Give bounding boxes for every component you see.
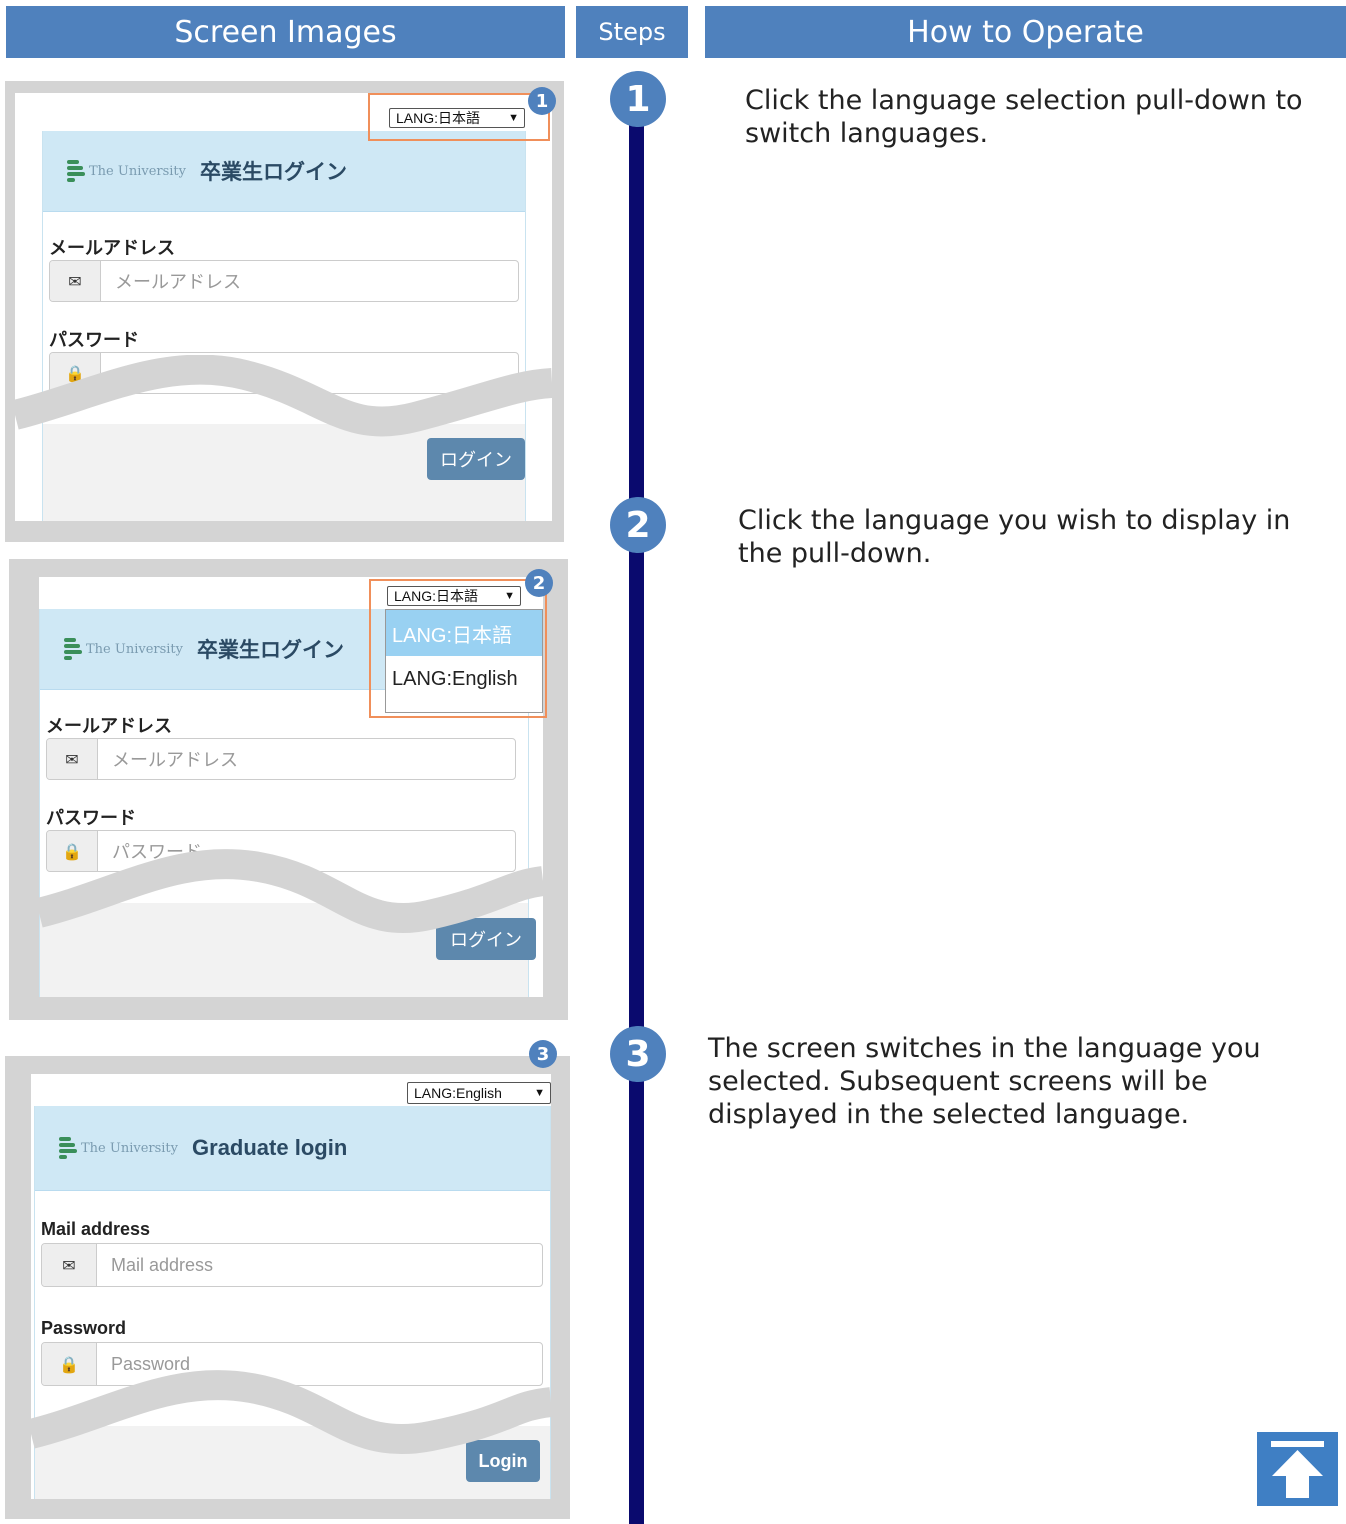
- email-placeholder: メールアドレス: [115, 272, 241, 293]
- password-label: パスワード: [49, 330, 139, 351]
- logo-text: The University: [86, 641, 184, 657]
- step-badge-3: 3: [529, 1040, 557, 1068]
- email-field[interactable]: ✉ メールアドレス: [46, 738, 516, 780]
- step-badge-2: 2: [525, 569, 553, 597]
- chevron-down-icon: ▼: [534, 1087, 545, 1099]
- logo-mark-icon: [67, 158, 85, 184]
- cut-off-wave: [31, 1370, 551, 1455]
- how-to-operate-header: How to Operate: [705, 6, 1346, 58]
- steps-header: Steps: [576, 6, 688, 58]
- step-2-description: Click the language you wish to display i…: [738, 505, 1291, 569]
- envelope-icon: ✉: [47, 739, 98, 779]
- email-label: Mail address: [41, 1219, 151, 1239]
- university-logo: The University: [67, 158, 200, 184]
- language-select[interactable]: LANG:English ▼: [407, 1082, 551, 1104]
- screen-1-page: LANG:日本語 ▼ The University 卒業生ログイン メールアドレ…: [15, 93, 552, 521]
- page-title: 卒業生ログイン: [200, 160, 348, 184]
- login-card-header: The University Graduate login: [35, 1106, 550, 1191]
- step-3-description: The screen switches in the language you …: [708, 1033, 1261, 1130]
- screen-image-2: LANG:日本語 ▼ The University 卒業生ログイン メールアドレ…: [9, 559, 568, 1020]
- screen-image-1: LANG:日本語 ▼ The University 卒業生ログイン メールアドレ…: [5, 81, 564, 542]
- step-number-1: 1: [610, 71, 666, 127]
- cut-off-wave: [15, 355, 552, 437]
- step-number-2: 2: [610, 497, 666, 553]
- password-label: パスワード: [46, 808, 136, 829]
- logo-mark-icon: [59, 1135, 77, 1161]
- university-logo: The University: [64, 636, 197, 662]
- password-label: Password: [41, 1318, 127, 1338]
- cut-off-wave: [39, 849, 543, 934]
- email-label: メールアドレス: [46, 716, 172, 737]
- logo-text: The University: [81, 1140, 179, 1156]
- email-placeholder: メールアドレス: [112, 750, 238, 771]
- email-label: メールアドレス: [49, 238, 175, 259]
- logo-text: The University: [89, 163, 187, 179]
- language-select-highlight: [368, 93, 550, 141]
- steps-header-label: Steps: [598, 18, 666, 46]
- email-field[interactable]: ✉ Mail address: [41, 1243, 543, 1287]
- email-placeholder: Mail address: [111, 1254, 214, 1275]
- screen-images-header: Screen Images: [6, 6, 565, 58]
- login-card-header: The University 卒業生ログイン: [43, 131, 525, 212]
- screen-images-header-label: Screen Images: [174, 14, 397, 50]
- envelope-icon: ✉: [42, 1244, 97, 1286]
- screen-3-page: LANG:English ▼ The University Graduate l…: [31, 1074, 551, 1499]
- university-logo: The University: [59, 1135, 192, 1161]
- back-to-top-button[interactable]: [1257, 1432, 1338, 1506]
- email-field[interactable]: ✉ メールアドレス: [49, 260, 519, 302]
- step-1-description: Click the language selection pull-down t…: [745, 85, 1303, 149]
- screen-image-3: LANG:English ▼ The University Graduate l…: [5, 1040, 570, 1519]
- logo-mark-icon: [64, 636, 82, 662]
- arrow-up-icon: [1271, 1441, 1324, 1498]
- step-number-3: 3: [610, 1026, 666, 1082]
- how-to-operate-header-label: How to Operate: [907, 14, 1144, 50]
- page-title: 卒業生ログイン: [197, 638, 345, 662]
- envelope-icon: ✉: [50, 261, 101, 301]
- page-title: Graduate login: [192, 1135, 348, 1160]
- language-select-value: LANG:English: [414, 1085, 502, 1101]
- step-badge-1: 1: [528, 87, 556, 115]
- steps-timeline: [629, 100, 644, 1524]
- language-dropdown-highlight: [369, 579, 547, 718]
